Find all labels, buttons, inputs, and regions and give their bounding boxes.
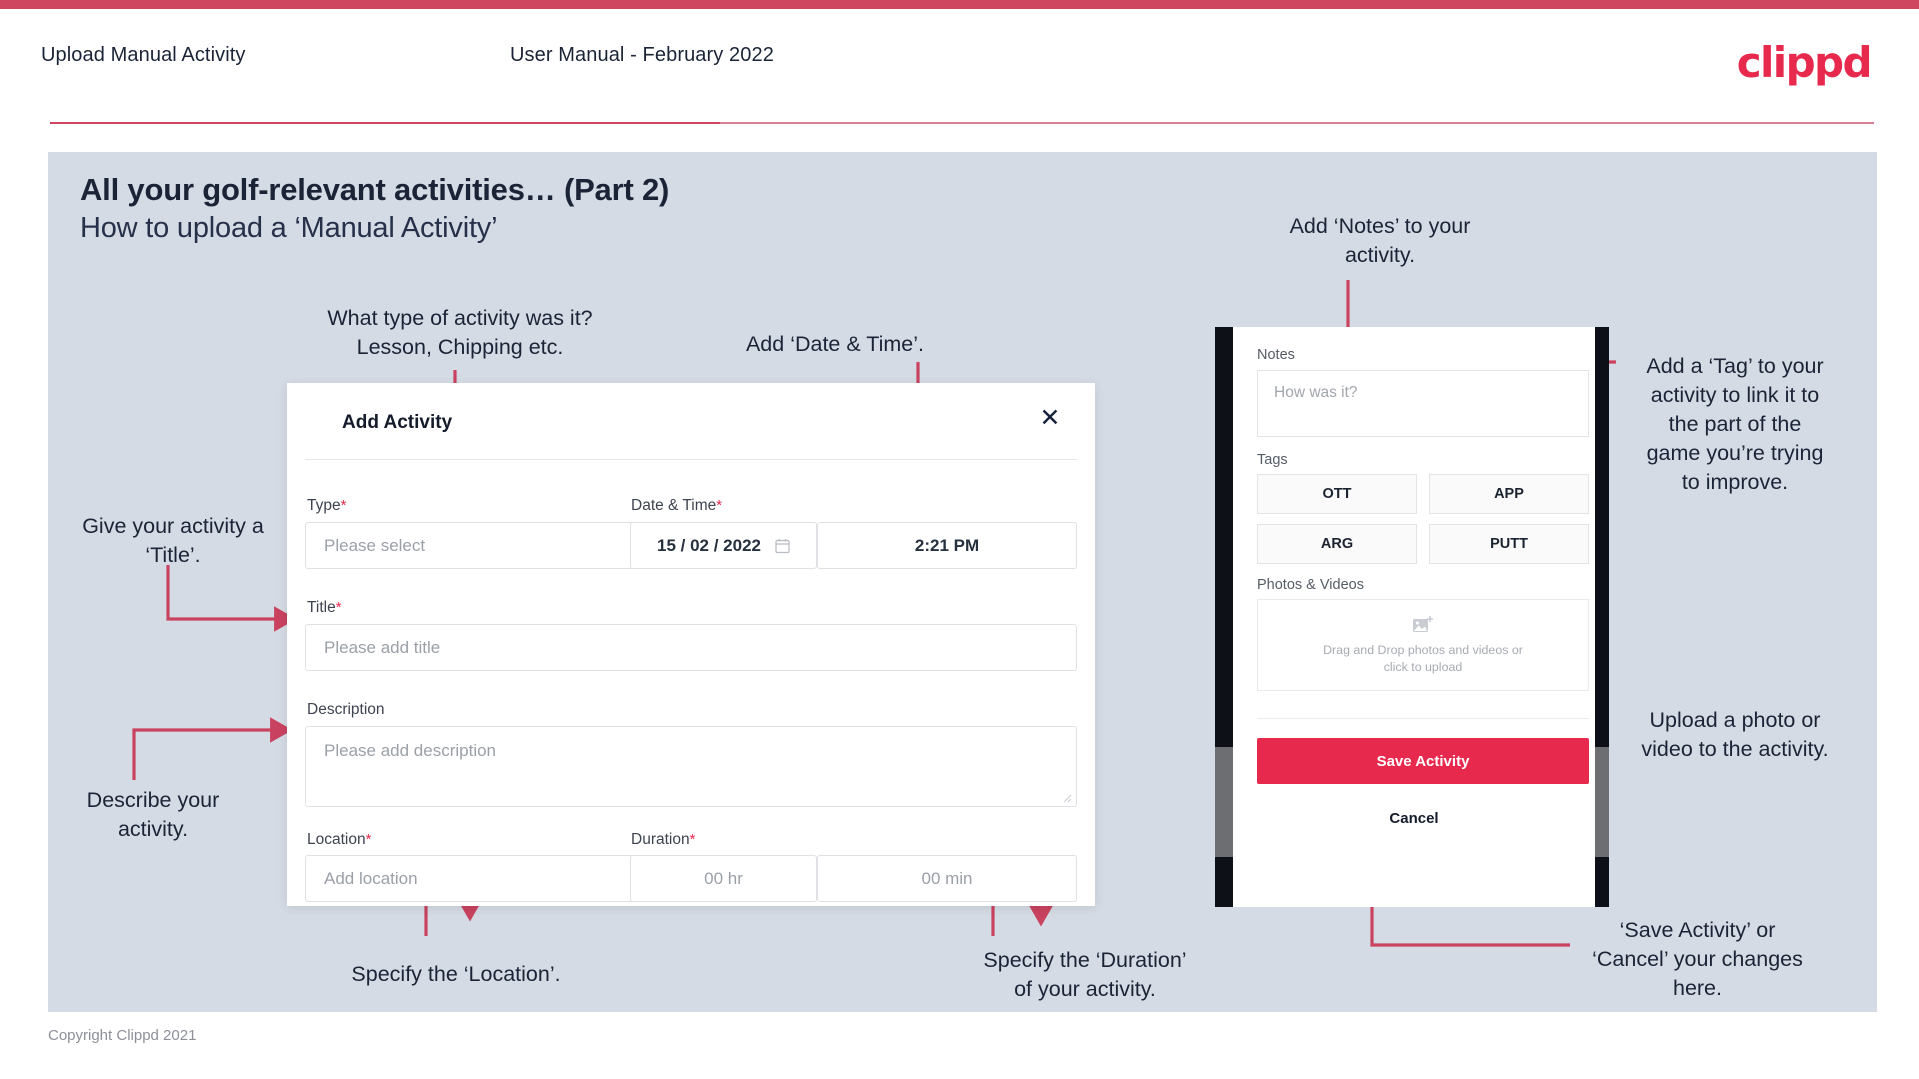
notes-input[interactable]: How was it? [1257,370,1589,437]
mobile-preview: Notes How was it? Tags OTT APP ARG PUTT … [1215,327,1609,907]
tag-putt[interactable]: PUTT [1429,524,1589,564]
type-select[interactable]: Please select [305,522,679,569]
footer-copyright: Copyright Clippd 2021 [48,1027,197,1044]
description-textarea[interactable]: Please add description [305,726,1077,807]
annotation-datetime: Add ‘Date & Time’. [745,332,925,356]
description-placeholder: Please add description [324,741,497,760]
datetime-label-text: Date & Time [631,497,717,514]
annotation-location: Specify the ‘Location’. [351,962,561,986]
dialog-divider [305,459,1077,460]
title-required-mark: * [335,599,342,616]
photos-label: Photos & Videos [1257,577,1364,593]
annotation-tags: Add a ‘Tag’ to your activity to link it t… [1646,354,1824,494]
annotation-title: Give your activity a ‘Title’. [82,514,264,567]
location-input[interactable]: Add location [305,855,679,902]
location-label: Location* [307,831,371,849]
type-placeholder: Please select [324,535,426,555]
close-icon[interactable]: ✕ [1033,401,1067,435]
annotation-notes: Add ‘Notes’ to your activity. [1289,214,1471,267]
location-placeholder: Add location [324,868,418,888]
type-required-mark: * [340,497,347,514]
resize-handle-icon[interactable] [1062,793,1072,803]
location-label-text: Location [307,831,366,848]
photo-dropzone[interactable]: Drag and Drop photos and videos or click … [1257,599,1589,691]
header-left-title: Upload Manual Activity [41,44,246,66]
duration-required-mark: * [689,831,696,848]
type-label: Type* [307,497,346,515]
duration-hours-input[interactable]: 00 hr [630,855,817,902]
mobile-divider [1257,718,1589,719]
time-value: 2:21 PM [914,535,980,555]
annotation-photos: Upload a photo or video to the activity. [1641,708,1829,761]
datetime-required-mark: * [716,497,723,514]
phone-right-edge [1595,327,1609,907]
phone-screen: Notes How was it? Tags OTT APP ARG PUTT … [1233,327,1595,907]
slide-subtitle: How to upload a ‘Manual Activity’ [80,212,498,244]
annotation-type: What type of activity was it? Lesson, Chi… [327,306,593,359]
cancel-button[interactable]: Cancel [1233,810,1595,827]
calendar-icon[interactable] [775,538,790,554]
slide-title: All your golf-relevant activities… (Part… [80,172,670,207]
dialog-title: Add Activity [342,412,453,433]
tags-label: Tags [1257,452,1288,468]
annotation-save-cancel: ‘Save Activity’ or ‘Cancel’ your changes h… [1592,918,1803,1000]
tag-ott[interactable]: OTT [1257,474,1417,514]
phone-volume-button [1215,747,1233,857]
duration-minutes-placeholder: 00 min [921,868,973,888]
duration-label: Duration* [631,831,695,849]
title-label: Title* [307,599,342,617]
description-label-text: Description [307,701,385,718]
notes-placeholder: How was it? [1274,384,1358,401]
date-value: 15 / 02 / 2022 [657,535,761,555]
annotation-duration: Specify the ‘Duration’ of your activity. [983,948,1187,1001]
add-activity-dialog: Add Activity ✕ Type* Please select Date … [287,383,1095,906]
description-label: Description [307,701,385,719]
header-divider-right [720,122,1874,124]
clippd-logo: clippd [1736,38,1873,87]
location-required-mark: * [365,831,372,848]
duration-minutes-input[interactable]: 00 min [817,855,1077,902]
slide-page: Upload Manual Activity User Manual - Feb… [0,0,1919,1079]
title-placeholder: Please add title [324,637,441,657]
title-label-text: Title [307,599,336,616]
duration-label-text: Duration [631,831,690,848]
tag-app[interactable]: APP [1429,474,1589,514]
title-input[interactable]: Please add title [305,624,1077,671]
date-input[interactable]: 15 / 02 / 2022 [630,522,817,569]
top-accent-bar [0,0,1919,9]
save-activity-button[interactable]: Save Activity [1257,738,1589,784]
header-divider-left [50,122,720,124]
datetime-label: Date & Time* [631,497,722,515]
duration-hours-placeholder: 00 hr [704,868,743,888]
dropzone-text: Drag and Drop photos and videos or click … [1323,642,1523,674]
notes-label: Notes [1257,347,1295,363]
header-center-title: User Manual - February 2022 [510,44,774,66]
time-input[interactable]: 2:21 PM [817,522,1077,569]
tag-arg[interactable]: ARG [1257,524,1417,564]
add-image-icon [1413,615,1433,632]
type-label-text: Type [307,497,341,514]
annotation-description: Describe your activity. [86,788,220,841]
phone-power-button [1595,747,1609,857]
phone-left-edge [1215,327,1233,907]
